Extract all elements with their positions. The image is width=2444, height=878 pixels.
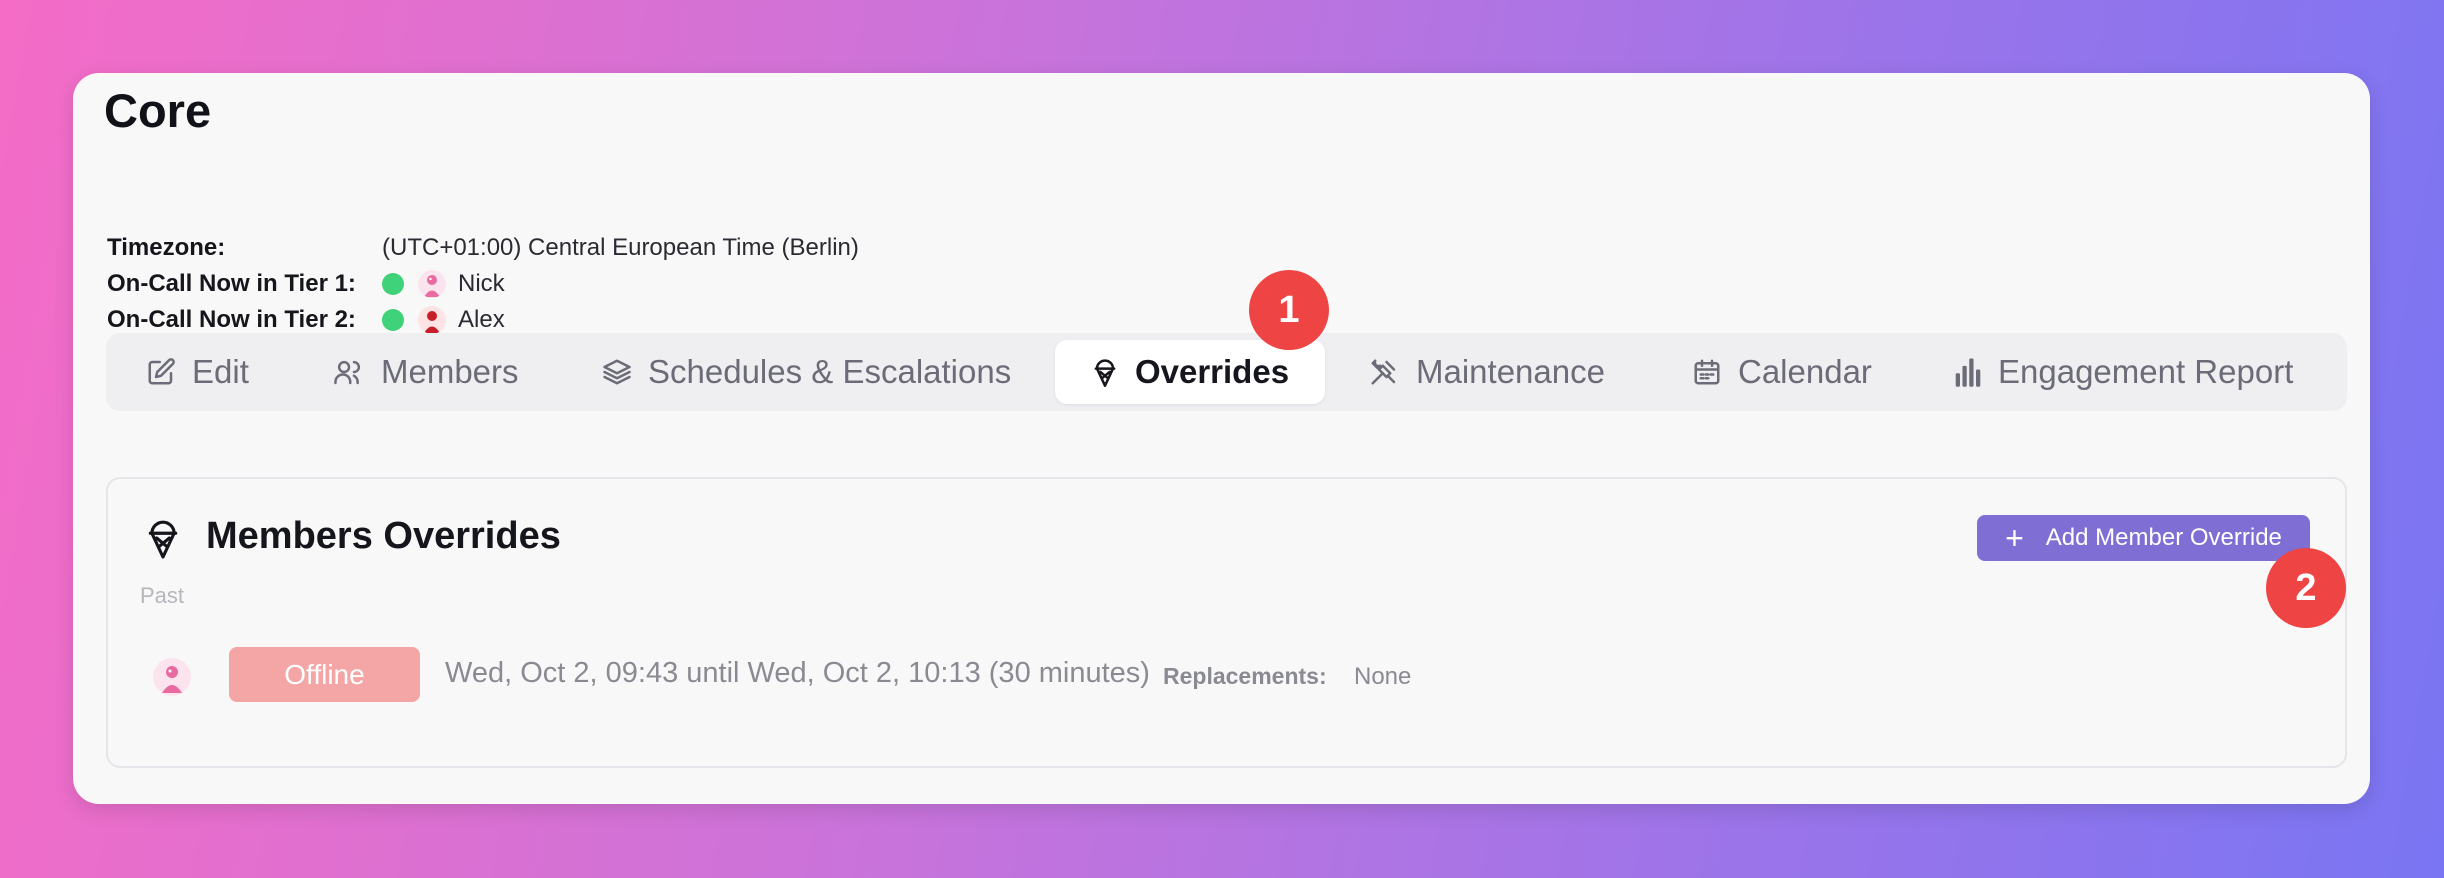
replacements-value: None [1354, 663, 1412, 690]
tier2-label: On-Call Now in Tier 2: [107, 306, 356, 333]
tab-calendar[interactable]: Calendar [1692, 340, 1872, 404]
schedule-card: Core Timezone: (UTC+01:00) Central Europ… [73, 73, 2370, 804]
page-title: Core [104, 84, 212, 137]
calendar-icon [1694, 359, 1720, 385]
users-icon [334, 360, 361, 385]
tier1-name[interactable]: Nick [458, 270, 505, 298]
tools-icon [1371, 359, 1396, 385]
tab-schedules[interactable]: Schedules & Escalations [602, 340, 1011, 404]
ice-cream-icon [148, 520, 178, 559]
tab-edit-label: Edit [192, 353, 249, 390]
add-member-override-label: Add Member Override [2045, 524, 2282, 551]
tab-members[interactable]: Members [333, 340, 519, 404]
tier2-name[interactable]: Alex [458, 306, 505, 334]
tier1-value: Nick [382, 270, 505, 298]
nick-avatar [418, 270, 446, 298]
override-member-avatar [152, 657, 192, 702]
tab-maintenance-label: Maintenance [1416, 353, 1605, 390]
past-section-label: Past [140, 583, 185, 608]
plus-icon: + [2005, 520, 2024, 556]
panel-title: Members Overrides [206, 515, 561, 557]
override-time-range: Wed, Oct 2, 09:43 until Wed, Oct 2, 10:1… [445, 657, 1150, 689]
add-member-override-button[interactable]: + Add Member Override [1977, 515, 2310, 561]
tier1-label: On-Call Now in Tier 1: [107, 270, 356, 297]
bar-chart-icon [1955, 358, 1981, 387]
step-badge-2: 2 [2266, 548, 2346, 628]
online-status-dot [382, 273, 404, 295]
tab-edit[interactable]: Edit [146, 340, 249, 404]
online-status-dot [382, 309, 404, 331]
tier2-row: On-Call Now in Tier 2: Alex [107, 303, 505, 337]
tab-bar: Edit Members Schedules & Escalations Ove… [106, 333, 2347, 411]
edit-icon [148, 358, 175, 385]
layers-icon [603, 359, 631, 385]
status-badge: Offline [229, 647, 420, 702]
tab-calendar-label: Calendar [1738, 353, 1872, 390]
replacements-label: Replacements: [1163, 663, 1327, 689]
alex-avatar [418, 306, 446, 334]
tab-schedules-label: Schedules & Escalations [648, 353, 1012, 390]
tier1-row: On-Call Now in Tier 1: Nick [107, 267, 505, 301]
tab-members-label: Members [381, 353, 519, 390]
tab-engagement-report[interactable]: Engagement Report [1954, 340, 2293, 404]
tier2-value: Alex [382, 306, 505, 334]
tab-overrides-label: Overrides [1134, 353, 1290, 390]
step-badge-1: 1 [1249, 270, 1329, 350]
tab-engagement-report-label: Engagement Report [1998, 353, 2294, 390]
members-overrides-panel: Members Overrides Past + Add Member Over… [106, 477, 2347, 768]
timezone-value: (UTC+01:00) Central European Time (Berli… [382, 234, 859, 261]
timezone-label: Timezone: [107, 234, 226, 261]
timezone-row: Timezone: (UTC+01:00) Central European T… [107, 231, 859, 265]
tab-maintenance[interactable]: Maintenance [1368, 340, 1605, 404]
ice-cream-icon [1094, 359, 1116, 387]
